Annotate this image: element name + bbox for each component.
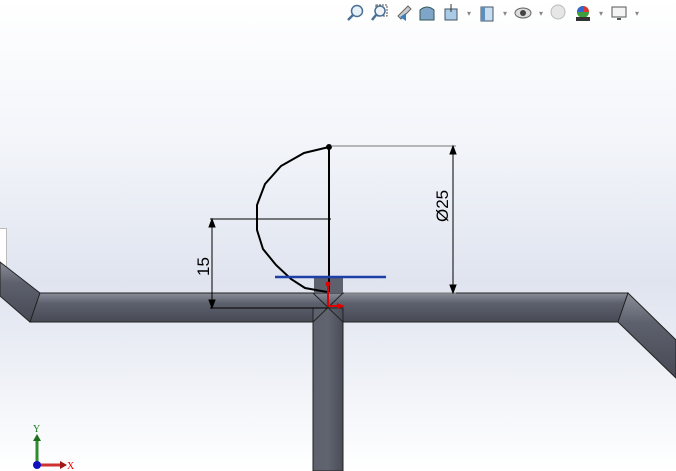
view-settings-dropdown[interactable]: ▾ xyxy=(633,9,641,18)
view-settings-icon[interactable] xyxy=(609,3,629,23)
y-axis-label: Y xyxy=(33,424,40,435)
graphics-viewport[interactable]: 15 Ø25 Y X xyxy=(0,0,676,471)
edit-appearance-icon[interactable] xyxy=(549,3,569,23)
section-view-icon[interactable] xyxy=(417,3,437,23)
view-orientation-icon[interactable] xyxy=(441,3,461,23)
pipe-frame[interactable] xyxy=(0,261,676,471)
apply-scene-icon[interactable] xyxy=(573,3,593,23)
dimension-25-text[interactable]: Ø25 xyxy=(433,190,452,222)
zoom-to-area-icon[interactable] xyxy=(369,3,389,23)
vertical-pipe[interactable] xyxy=(312,307,344,471)
right-angled-pipe[interactable] xyxy=(617,292,676,379)
hide-show-dropdown[interactable]: ▾ xyxy=(537,9,545,18)
reference-triad: Y X xyxy=(33,424,75,471)
hide-show-items-icon[interactable] xyxy=(513,3,533,23)
display-style-dropdown[interactable]: ▾ xyxy=(501,9,509,18)
x-axis-label: X xyxy=(67,461,75,471)
display-style-icon[interactable] xyxy=(477,3,497,23)
apply-scene-dropdown[interactable]: ▾ xyxy=(597,9,605,18)
zoom-to-fit-icon[interactable] xyxy=(345,3,365,23)
dimension-diameter-25[interactable]: Ø25 xyxy=(331,144,457,295)
dimension-15-text[interactable]: 15 xyxy=(194,257,213,276)
heads-up-view-toolbar: ▾ ▾ ▾ ▾ ▾ xyxy=(345,2,641,24)
view-orientation-dropdown[interactable]: ▾ xyxy=(465,9,473,18)
sketch[interactable] xyxy=(256,144,386,293)
previous-view-icon[interactable] xyxy=(393,3,413,23)
